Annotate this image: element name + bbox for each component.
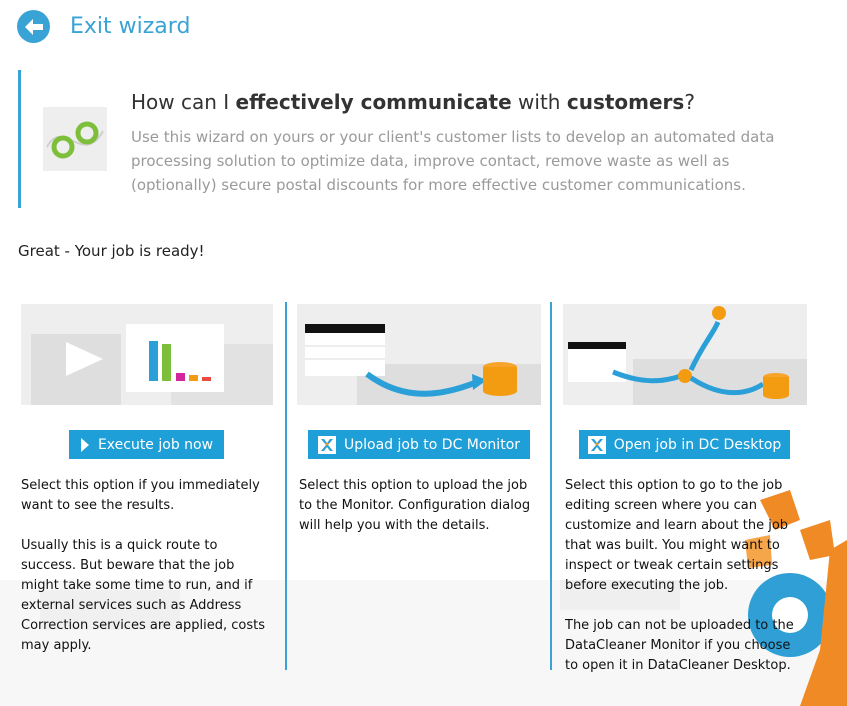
open-job-illustration [563, 304, 807, 405]
description-paragraph: Select this option to go to the job edit… [565, 478, 789, 593]
title-emphasis: customers [566, 90, 685, 114]
title-part: How can I [131, 90, 236, 114]
description-paragraph: Select this option if you immediately wa… [21, 478, 260, 513]
execute-job-button[interactable]: Execute job now [69, 430, 224, 459]
upload-job-illustration [297, 304, 541, 405]
back-arrow-icon [17, 10, 50, 43]
upload-job-label: Upload job to DC Monitor [343, 436, 521, 453]
exit-wizard-label: Exit wizard [70, 14, 191, 39]
column-divider [550, 302, 552, 670]
datacleaner-monitor-icon [317, 435, 336, 454]
upload-job-button[interactable]: Upload job to DC Monitor [308, 430, 530, 459]
wizard-header: How can I effectively communicate with c… [18, 70, 821, 208]
execute-job-illustration [21, 304, 273, 405]
wizard-title: How can I effectively communicate with c… [131, 90, 695, 114]
execute-job-description: Select this option if you immediately wa… [21, 476, 271, 676]
title-part: with [511, 90, 567, 114]
open-desktop-label: Open job in DC Desktop [613, 436, 782, 453]
wizard-rings-icon [43, 107, 107, 171]
datacleaner-desktop-icon [587, 435, 606, 454]
title-part: ? [684, 90, 695, 114]
description-paragraph: The job can not be uploaded to the DataC… [565, 618, 794, 673]
column-divider [285, 302, 287, 670]
description-paragraph: Select this option to upload the job to … [299, 478, 531, 533]
wizard-description: Use this wizard on yours or your client'… [131, 128, 775, 194]
status-message: Great - Your job is ready! [18, 242, 205, 260]
title-emphasis: effectively communicate [235, 90, 512, 114]
description-paragraph: Usually this is a quick route to success… [21, 538, 265, 653]
exit-wizard-button[interactable]: Exit wizard [17, 10, 190, 43]
open-desktop-button[interactable]: Open job in DC Desktop [579, 430, 790, 459]
play-icon [80, 437, 90, 452]
open-desktop-description: Select this option to go to the job edit… [565, 476, 803, 696]
execute-job-label: Execute job now [97, 436, 214, 453]
upload-job-description: Select this option to upload the job to … [299, 476, 539, 556]
